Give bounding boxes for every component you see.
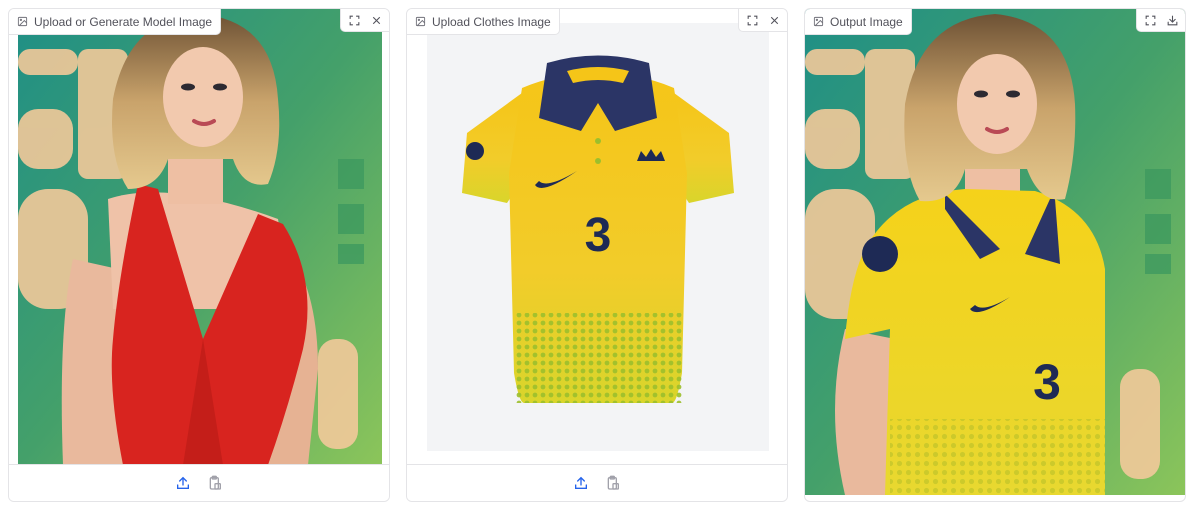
- clear-image-button[interactable]: [764, 10, 784, 30]
- garment-photo: 3: [427, 23, 769, 451]
- output-image-label-text: Output Image: [830, 14, 903, 29]
- paste-clipboard-button[interactable]: [204, 472, 226, 494]
- fullscreen-icon: [1145, 15, 1155, 25]
- output-image-panel: 3 Output Image: [804, 8, 1186, 502]
- output-shirt-number: 3: [1033, 354, 1061, 410]
- download-button[interactable]: [1162, 10, 1182, 30]
- close-icon: [372, 16, 380, 24]
- output-image-label: Output Image: [805, 9, 912, 35]
- model-image-label-text: Upload or Generate Model Image: [34, 14, 213, 29]
- paste-clipboard-button[interactable]: [602, 472, 624, 494]
- fullscreen-button[interactable]: [344, 10, 364, 30]
- clothes-image-label: Upload Clothes Image: [407, 9, 560, 35]
- upload-icon: [575, 476, 587, 489]
- download-icon: [1167, 15, 1177, 25]
- clothes-image[interactable]: 3: [427, 23, 769, 451]
- image-icon: [813, 16, 824, 27]
- clothes-image-footer: [407, 464, 787, 501]
- output-image-toolbar: [1136, 9, 1185, 32]
- clothes-image-panel: 3 Upload Clothes Image: [406, 8, 788, 502]
- clothes-image-label-text: Upload Clothes Image: [432, 14, 551, 29]
- model-image[interactable]: [18, 9, 382, 465]
- fullscreen-button[interactable]: [742, 10, 762, 30]
- fullscreen-icon: [349, 15, 359, 25]
- upload-icon: [177, 476, 189, 489]
- paste-clipboard-icon: [607, 475, 619, 490]
- model-photo: [18, 9, 382, 465]
- clear-image-button[interactable]: [366, 10, 386, 30]
- model-image-label: Upload or Generate Model Image: [9, 9, 222, 35]
- fullscreen-button[interactable]: [1140, 10, 1160, 30]
- paste-clipboard-icon: [209, 475, 221, 490]
- model-image-footer: [9, 464, 389, 501]
- model-image-panel: Upload or Generate Model Image: [8, 8, 390, 502]
- image-icon: [17, 16, 28, 27]
- close-icon: [770, 16, 778, 24]
- upload-button[interactable]: [172, 472, 194, 494]
- clothes-image-toolbar: [738, 9, 787, 32]
- model-image-toolbar: [340, 9, 389, 32]
- fullscreen-icon: [747, 15, 757, 25]
- upload-button[interactable]: [570, 472, 592, 494]
- shirt-number: 3: [585, 209, 612, 262]
- output-image[interactable]: 3: [805, 9, 1185, 495]
- image-icon: [415, 16, 426, 27]
- output-photo: 3: [805, 9, 1185, 495]
